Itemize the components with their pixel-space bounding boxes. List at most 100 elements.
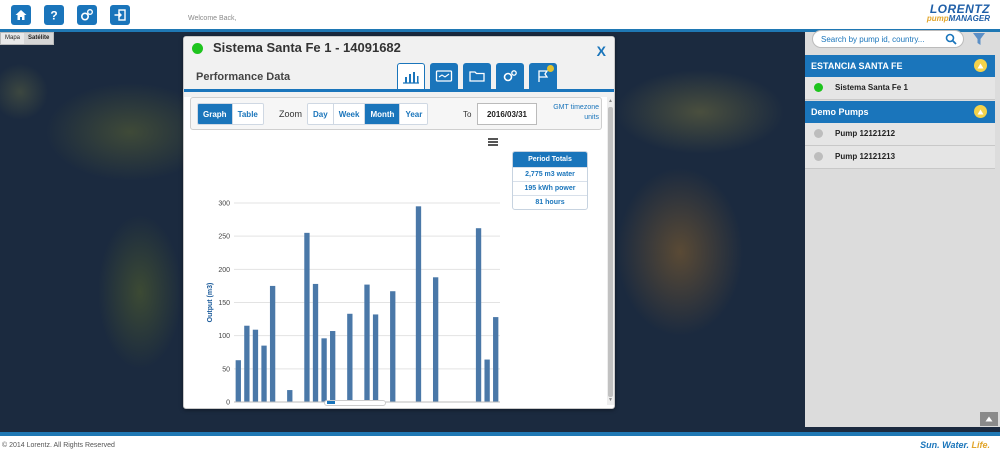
tab-performance[interactable] xyxy=(397,63,425,89)
bar xyxy=(287,390,293,402)
units-link-text[interactable]: units xyxy=(543,113,599,123)
controller-icon xyxy=(435,70,453,82)
help-icon: ? xyxy=(50,9,57,23)
bar xyxy=(261,345,267,402)
home-button[interactable] xyxy=(11,5,31,25)
bar xyxy=(269,285,276,402)
gears-icon xyxy=(80,9,93,21)
zoom-toggle: Day Week Month Year xyxy=(307,103,429,125)
pump-name: Pump 12121212 xyxy=(835,129,896,138)
group-name: Demo Pumps xyxy=(811,107,869,117)
period-totals-title: Period Totals xyxy=(513,152,587,167)
bar xyxy=(415,206,422,402)
bar xyxy=(493,317,499,402)
y-tick-label: 50 xyxy=(222,366,230,373)
help-button[interactable]: ? xyxy=(44,5,64,25)
bar xyxy=(347,313,353,402)
bar xyxy=(484,359,490,402)
section-title: Performance Data xyxy=(196,71,291,83)
pump-detail-panel: Sistema Santa Fe 1 - 14091682 X Performa… xyxy=(183,36,615,409)
chart-navigator-thumb[interactable] xyxy=(327,401,335,404)
folder-icon xyxy=(469,71,485,82)
total-water: 2,775 m3 water xyxy=(513,167,587,181)
zoom-month-button[interactable]: Month xyxy=(365,104,401,124)
scroll-down-icon[interactable]: ▼ xyxy=(608,397,613,403)
scroll-up-icon[interactable]: ▲ xyxy=(608,98,613,104)
filter-icon[interactable] xyxy=(972,32,986,46)
tagline-life: Life. xyxy=(971,440,990,450)
bar xyxy=(432,277,439,402)
map-type-mapa[interactable]: Mapa xyxy=(1,33,24,44)
logout-icon xyxy=(114,9,126,21)
output-chart: 050100150200250300Output (m3)1. Mar2. Ma… xyxy=(190,133,604,405)
pump-status-indicator xyxy=(814,83,823,92)
bar xyxy=(364,284,370,402)
tab-system[interactable] xyxy=(430,63,458,89)
panel-scroll-thumb[interactable] xyxy=(608,107,613,397)
chevron-up-icon xyxy=(985,416,993,422)
bar xyxy=(372,314,379,402)
collapse-icon[interactable] xyxy=(974,59,987,72)
zoom-day-button[interactable]: Day xyxy=(308,104,334,124)
bar xyxy=(235,360,241,402)
timezone-link-text[interactable]: GMT timezone xyxy=(543,103,599,113)
total-hours: 81 hours xyxy=(513,195,587,209)
pump-status-indicator xyxy=(814,129,823,138)
collapse-icon[interactable] xyxy=(974,105,987,118)
zoom-week-button[interactable]: Week xyxy=(333,104,366,124)
panel-header-divider xyxy=(184,89,614,92)
bar-chart: 050100150200250300Output (m3)1. Mar2. Ma… xyxy=(207,201,500,406)
svg-text:?: ? xyxy=(50,9,57,23)
close-button[interactable]: X xyxy=(597,43,606,59)
y-tick-label: 250 xyxy=(218,234,230,241)
logo-sub-manager: MANAGER xyxy=(948,14,990,23)
bar xyxy=(244,325,250,402)
pump-status-indicator xyxy=(814,152,823,161)
pump-name: Pump 12121213 xyxy=(835,152,896,161)
chart-menu-icon[interactable] xyxy=(488,138,498,146)
bar xyxy=(252,329,259,402)
logo-sub-text: pumpMANAGER xyxy=(927,15,990,23)
chart-toolbar: Graph Table Zoom Day Week Month Year To … xyxy=(190,97,602,130)
tab-info[interactable] xyxy=(463,63,491,89)
search-input[interactable] xyxy=(821,34,943,45)
group-name: ESTANCIA SANTA FE xyxy=(811,61,903,71)
y-tick-label: 100 xyxy=(218,333,230,340)
lorentz-logo: LORENTZ pumpMANAGER xyxy=(927,3,990,23)
map-type-satellite[interactable]: Satélite xyxy=(24,33,54,44)
total-power: 195 kWh power xyxy=(513,181,587,195)
group-header-demo[interactable]: Demo Pumps xyxy=(805,101,995,123)
bar-chart-icon xyxy=(403,71,419,84)
welcome-text: Welcome Back, xyxy=(188,15,237,22)
top-bar xyxy=(0,0,1000,30)
table-view-button[interactable]: Table xyxy=(232,104,263,124)
tagline: Sun. Water. Life. xyxy=(920,440,990,450)
map-type-control: Mapa Satélite xyxy=(0,32,55,45)
tab-alerts[interactable] xyxy=(529,63,557,89)
bar xyxy=(312,283,319,402)
home-icon xyxy=(15,10,27,20)
y-axis-label: Output (m3) xyxy=(207,283,214,323)
pump-list-item[interactable]: Pump 12121212 xyxy=(805,123,995,146)
tab-settings[interactable] xyxy=(496,63,524,89)
settings-button[interactable] xyxy=(77,5,97,25)
y-tick-label: 0 xyxy=(226,400,230,406)
group-header-estancia[interactable]: ESTANCIA SANTA FE xyxy=(805,55,995,77)
period-totals-box: Period Totals 2,775 m3 water 195 kWh pow… xyxy=(512,151,588,210)
search-icon[interactable] xyxy=(945,33,957,45)
alert-badge xyxy=(547,65,554,72)
logout-button[interactable] xyxy=(110,5,130,25)
tagline-main: Sun. Water. xyxy=(920,440,972,450)
end-date-field[interactable]: 2016/03/31 xyxy=(477,103,537,125)
timezone-units-link[interactable]: GMT timezone units xyxy=(543,103,599,123)
bar xyxy=(321,338,327,402)
pump-list-item[interactable]: Pump 12121213 xyxy=(805,146,995,169)
zoom-year-button[interactable]: Year xyxy=(400,104,428,124)
sidebar-scroll-up-button[interactable] xyxy=(980,412,998,426)
graph-view-button[interactable]: Graph xyxy=(198,104,233,124)
bar xyxy=(475,228,482,402)
to-label: To xyxy=(463,110,472,119)
pump-list-item[interactable]: Sistema Santa Fe 1 xyxy=(805,77,995,100)
pump-search xyxy=(812,30,964,48)
y-tick-label: 150 xyxy=(218,300,230,307)
